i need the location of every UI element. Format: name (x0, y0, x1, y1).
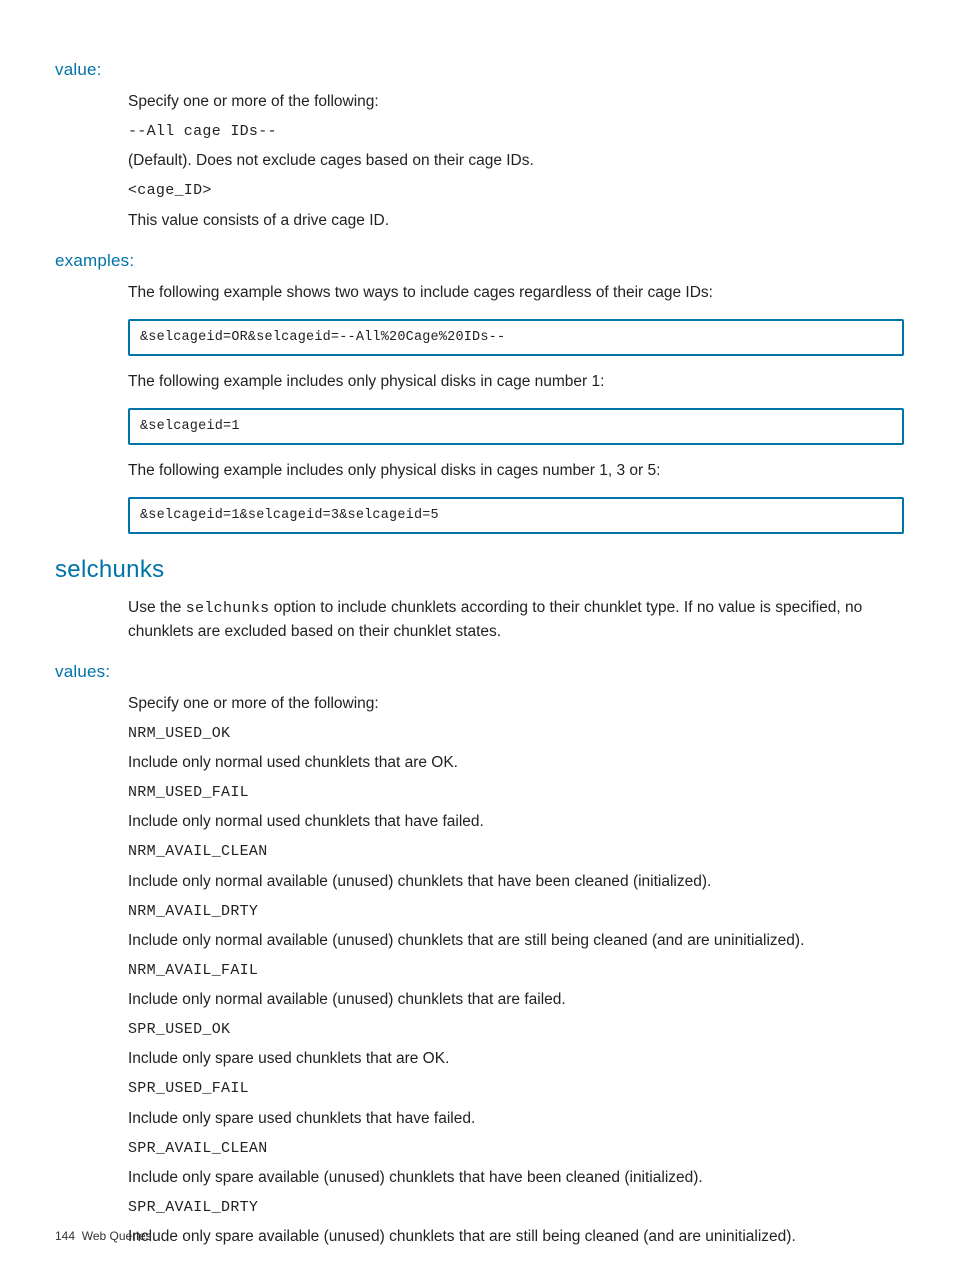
value-item-desc: Include only normal used chunklets that … (128, 751, 904, 775)
value-item-code: NRM_AVAIL_FAIL (128, 959, 904, 982)
ex1-text: The following example shows two ways to … (128, 281, 904, 305)
value-item-desc: Include only spare used chunklets that h… (128, 1107, 904, 1131)
value-item-code: SPR_USED_FAIL (128, 1077, 904, 1100)
page-footer: 144 Web Queries (55, 1229, 152, 1243)
value-item-desc: Include only normal available (unused) c… (128, 870, 904, 894)
ex1-code-box: &selcageid=OR&selcageid=--All%20Cage%20I… (128, 319, 904, 356)
value-item-code: NRM_USED_OK (128, 722, 904, 745)
examples-content: The following example shows two ways to … (128, 281, 904, 534)
value-opt2-desc: This value consists of a drive cage ID. (128, 209, 904, 233)
value-item-code: NRM_USED_FAIL (128, 781, 904, 804)
ex3-text: The following example includes only phys… (128, 459, 904, 483)
values-content: Specify one or more of the following: NR… (128, 692, 904, 1249)
selchunks-para: Use the selchunks option to include chun… (128, 596, 904, 644)
value-item-code: SPR_AVAIL_DRTY (128, 1196, 904, 1219)
values-heading: values: (55, 662, 904, 682)
value-item-desc: Include only spare available (unused) ch… (128, 1166, 904, 1190)
value-opt1-code: --All cage IDs-- (128, 120, 904, 143)
value-content: Specify one or more of the following: --… (128, 90, 904, 233)
value-heading: value: (55, 60, 904, 80)
value-item-desc: Include only spare available (unused) ch… (128, 1225, 904, 1249)
value-item-code: NRM_AVAIL_DRTY (128, 900, 904, 923)
ex3-code-box: &selcageid=1&selcageid=3&selcageid=5 (128, 497, 904, 534)
values-list: NRM_USED_OK Include only normal used chun… (128, 722, 904, 1249)
ex2-code-box: &selcageid=1 (128, 408, 904, 445)
value-intro: Specify one or more of the following: (128, 90, 904, 114)
value-item-code: SPR_AVAIL_CLEAN (128, 1137, 904, 1160)
values-intro: Specify one or more of the following: (128, 692, 904, 716)
selchunks-heading: selchunks (55, 556, 904, 584)
value-item-desc: Include only normal used chunklets that … (128, 810, 904, 834)
ex2-text: The following example includes only phys… (128, 370, 904, 394)
selchunks-para-code: selchunks (186, 600, 270, 617)
value-item-code: NRM_AVAIL_CLEAN (128, 840, 904, 863)
value-item-code: SPR_USED_OK (128, 1018, 904, 1041)
examples-heading: examples: (55, 251, 904, 271)
selchunks-content: Use the selchunks option to include chun… (128, 596, 904, 644)
value-item-desc: Include only spare used chunklets that a… (128, 1047, 904, 1071)
selchunks-para-pre: Use the (128, 599, 186, 616)
page-number: 144 (55, 1229, 75, 1243)
footer-title: Web Queries (82, 1229, 152, 1243)
value-item-desc: Include only normal available (unused) c… (128, 988, 904, 1012)
value-item-desc: Include only normal available (unused) c… (128, 929, 904, 953)
value-opt1-desc: (Default). Does not exclude cages based … (128, 149, 904, 173)
value-opt2-code: <cage_ID> (128, 179, 904, 202)
